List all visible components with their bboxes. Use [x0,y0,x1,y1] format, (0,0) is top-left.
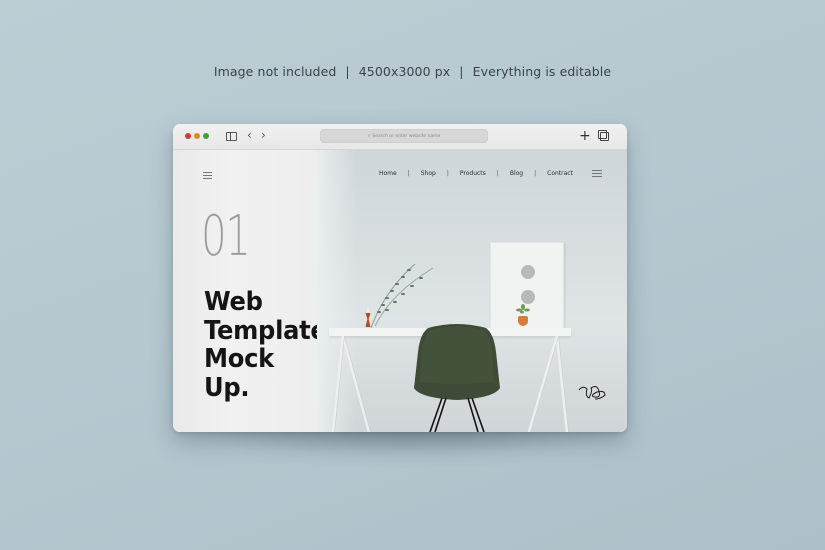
nav-products[interactable]: Products [460,170,486,177]
nav-separator: | [407,170,410,177]
top-nav: Home | Shop | Products | Blog | Contract [379,170,573,177]
new-tab-button[interactable]: + [579,127,591,145]
maximize-window-button[interactable] [203,133,209,139]
vase [365,308,371,327]
search-icon: ⌕ [367,133,371,139]
headline-line: Template [204,315,327,346]
brand-logo [578,386,606,400]
browser-window: ‹ › ⌕ Search or enter website name + 01 W… [173,124,627,432]
nav-separator: | [446,170,449,177]
sidebar-toggle-icon[interactable] [226,132,237,141]
caption-item-size: 4500x3000 px [358,64,451,79]
nav-shop[interactable]: Shop [421,170,436,177]
headline-line: Mock [204,344,274,374]
hero-photo: Home | Shop | Products | Blog | Contract [317,150,627,432]
browser-toolbar: ‹ › ⌕ Search or enter website name + [173,124,627,150]
menu-icon[interactable] [592,170,602,179]
caption-item-image: Image not included [213,64,337,79]
caption-separator: | [345,64,350,79]
nav-blog[interactable]: Blog [510,170,523,177]
caption-bar: Image not included | 4500x3000 px | Everythi… [0,64,825,79]
minimize-window-button[interactable] [194,133,200,139]
headline-line: Up. [204,372,250,403]
nav-separator: | [534,170,537,177]
tab-overview-icon[interactable] [598,130,609,141]
frame-circle [521,265,535,279]
hero-text-panel: 01 Web Template Mock Up. [173,150,327,432]
chair [414,324,500,432]
caption-separator: | [459,64,464,79]
caption-item-editable: Everything is editable [472,64,612,79]
address-bar[interactable]: ⌕ Search or enter website name [320,129,488,143]
plant-pot [518,316,528,326]
web-page: 01 Web Template Mock Up. Home | Shop | Produ… [173,150,627,432]
nav-home[interactable]: Home [379,170,397,177]
address-placeholder: Search or enter website name [372,134,441,139]
headline-line: Web [204,287,263,317]
nav-separator: | [496,170,499,177]
close-window-button[interactable] [185,133,191,139]
section-number: 01 [201,204,251,269]
hero-headline: Web Template Mock Up. [204,288,327,402]
menu-icon[interactable] [203,172,212,181]
forward-button[interactable]: › [261,128,266,142]
nav-contract[interactable]: Contract [547,170,573,177]
back-button[interactable]: ‹ [247,128,252,142]
